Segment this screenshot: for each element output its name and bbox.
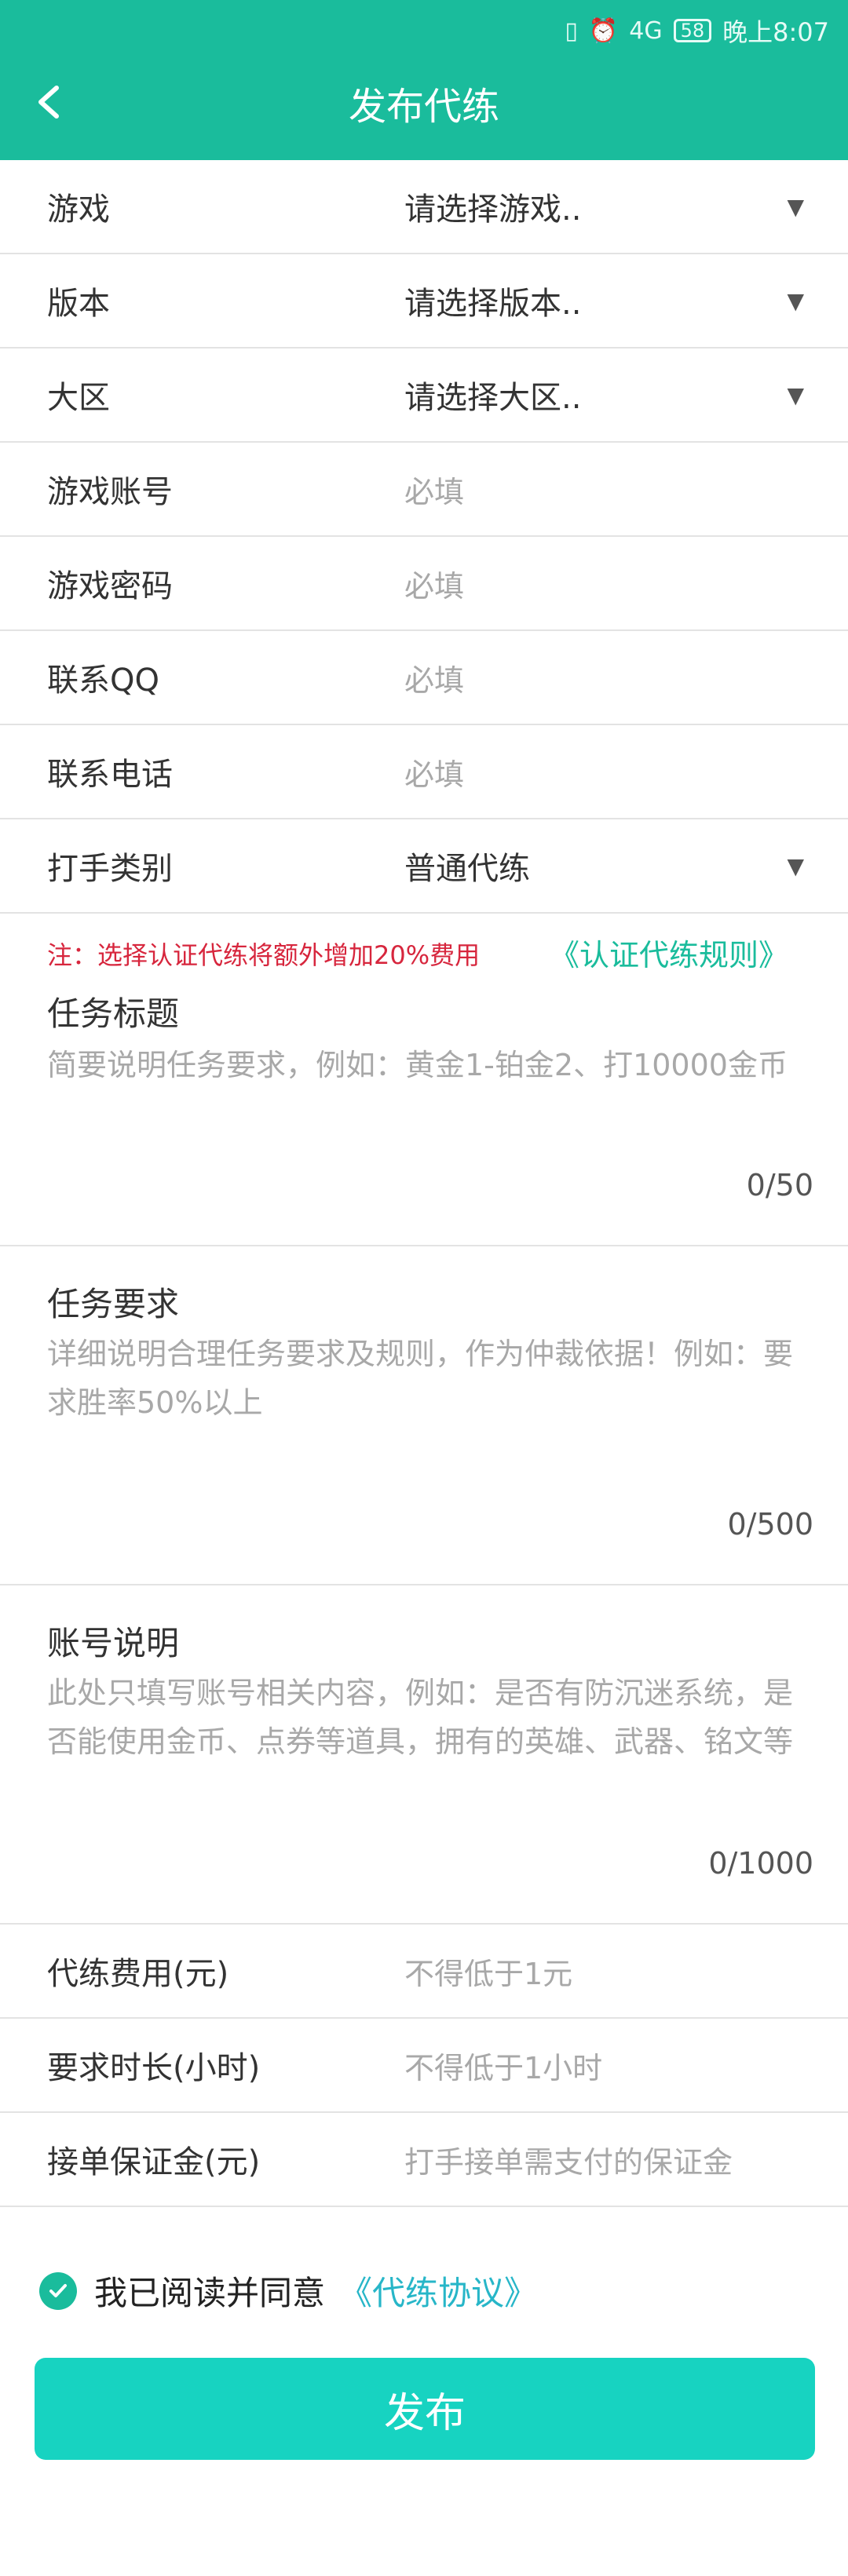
row-label: 代练费用(元) bbox=[47, 1956, 229, 1992]
status-bar: ▯ ⏰ 4G 58 晚上8:07 bbox=[565, 9, 829, 52]
player-type-select[interactable]: 普通代练 bbox=[404, 843, 530, 888]
app-header: ▯ ⏰ 4G 58 晚上8:07 发布代练 bbox=[0, 0, 848, 160]
task-title-textarea[interactable]: 简要说明任务要求，例如：黄金1-铂金2、打10000金币 bbox=[47, 1041, 817, 1089]
row-label: 游戏密码 bbox=[47, 568, 173, 604]
clock: 晚上8:07 bbox=[722, 17, 829, 47]
task-requirements-textarea[interactable]: 详细说明合理任务要求及规则，作为仲裁依据！例如：要求胜率50%以上 bbox=[47, 1330, 817, 1427]
row-label: 版本 bbox=[47, 286, 110, 322]
task-title-label: 任务标题 bbox=[47, 994, 180, 1033]
row-label: 要求时长(小时) bbox=[47, 2050, 261, 2086]
divider bbox=[0, 1584, 848, 1585]
agreement-row: 我已阅读并同意 《代练协议》 bbox=[39, 2267, 537, 2315]
vibrate-icon: ▯ bbox=[565, 16, 578, 45]
dropdown-arrow-icon: ▼ bbox=[787, 287, 804, 314]
contact-qq-input[interactable]: 必填 bbox=[404, 656, 464, 699]
row-label: 游戏 bbox=[47, 192, 110, 228]
version-select[interactable]: 请选择版本.. bbox=[404, 278, 581, 323]
fee-row: 代练费用(元) 不得低于1元 bbox=[0, 1925, 848, 2019]
dropdown-arrow-icon: ▼ bbox=[787, 193, 804, 220]
version-select-row[interactable]: 版本 请选择版本.. ▼ bbox=[0, 254, 848, 348]
task-requirements-counter: 0/500 bbox=[727, 1507, 813, 1542]
game-select-row[interactable]: 游戏 请选择游戏.. ▼ bbox=[0, 160, 848, 254]
region-select[interactable]: 请选择大区.. bbox=[404, 372, 581, 418]
account-desc-textarea[interactable]: 此处只填写账号相关内容，例如：是否有防沉迷系统，是否能使用金币、点券等道具，拥有… bbox=[47, 1669, 817, 1766]
certified-fee-note: 注：选择认证代练将额外增加20%费用 bbox=[47, 940, 481, 970]
game-account-row: 游戏账号 必填 bbox=[0, 443, 848, 537]
game-password-row: 游戏密码 必填 bbox=[0, 537, 848, 631]
fee-input[interactable]: 不得低于1元 bbox=[404, 1950, 572, 1993]
contact-phone-row: 联系电话 必填 bbox=[0, 725, 848, 819]
publish-button[interactable]: 发布 bbox=[35, 2358, 815, 2460]
deposit-input[interactable]: 打手接单需支付的保证金 bbox=[404, 2138, 733, 2181]
contact-phone-input[interactable]: 必填 bbox=[404, 750, 464, 794]
player-type-row[interactable]: 打手类别 普通代练 ▼ bbox=[0, 819, 848, 914]
game-account-input[interactable]: 必填 bbox=[404, 468, 464, 511]
task-title-counter: 0/50 bbox=[746, 1168, 813, 1202]
agreement-text: 我已阅读并同意 bbox=[94, 2274, 326, 2312]
deposit-row: 接单保证金(元) 打手接单需支付的保证金 bbox=[0, 2113, 848, 2207]
duration-row: 要求时长(小时) 不得低于1小时 bbox=[0, 2019, 848, 2113]
dropdown-arrow-icon: ▼ bbox=[787, 381, 804, 408]
region-select-row[interactable]: 大区 请选择大区.. ▼ bbox=[0, 348, 848, 443]
row-label: 打手类别 bbox=[47, 851, 173, 887]
agree-checkbox[interactable] bbox=[39, 2271, 77, 2310]
account-desc-label: 账号说明 bbox=[47, 1624, 180, 1662]
alarm-icon: ⏰ bbox=[588, 16, 619, 45]
agreement-link[interactable]: 《代练协议》 bbox=[339, 2267, 537, 2315]
row-label: 大区 bbox=[47, 380, 110, 416]
row-label: 接单保证金(元) bbox=[47, 2144, 261, 2180]
divider bbox=[0, 1245, 848, 1246]
row-label: 游戏账号 bbox=[47, 474, 173, 510]
row-label: 联系电话 bbox=[47, 757, 173, 793]
duration-input[interactable]: 不得低于1小时 bbox=[404, 2044, 602, 2087]
battery-icon: 58 bbox=[673, 19, 712, 42]
task-requirements-label: 任务要求 bbox=[47, 1285, 180, 1323]
signal-icon: 4G bbox=[629, 16, 663, 45]
page-title: 发布代练 bbox=[348, 85, 499, 129]
contact-qq-row: 联系QQ 必填 bbox=[0, 631, 848, 725]
game-select[interactable]: 请选择游戏.. bbox=[404, 184, 581, 229]
account-desc-counter: 0/1000 bbox=[708, 1846, 813, 1881]
check-icon bbox=[49, 2283, 67, 2297]
game-password-input[interactable]: 必填 bbox=[404, 562, 464, 605]
certified-rules-link[interactable]: 《认证代练规则》 bbox=[550, 931, 788, 974]
dropdown-arrow-icon: ▼ bbox=[787, 852, 804, 879]
row-label: 联系QQ bbox=[47, 662, 159, 699]
